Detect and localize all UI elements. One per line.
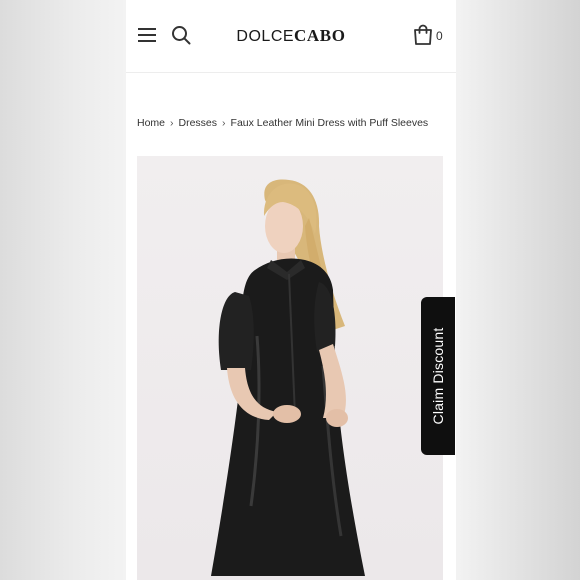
brand-logo[interactable]: DOLCECABO (126, 26, 456, 46)
mobile-page: DOLCECABO 0 Home › Dresses › Faux Leather Mi… (126, 0, 456, 580)
logo-light-text: DOLCE (236, 28, 295, 45)
model-photo (211, 179, 365, 576)
breadcrumb-current: Faux Leather Mini Dress with Puff Sleeve… (230, 117, 429, 129)
breadcrumb-dresses[interactable]: Dresses (179, 117, 218, 129)
background-right (454, 0, 580, 580)
background-left (0, 0, 126, 580)
claim-discount-tab[interactable]: Claim Discount (421, 297, 455, 455)
product-image[interactable] (137, 156, 443, 580)
cart-count: 0 (436, 29, 443, 43)
breadcrumb-separator: › (170, 117, 174, 129)
breadcrumb-home[interactable]: Home (137, 117, 165, 129)
logo-bold-text: CABO (294, 26, 346, 45)
cart-icon[interactable] (412, 24, 434, 46)
claim-discount-label: Claim Discount (430, 327, 446, 425)
breadcrumb: Home › Dresses › Faux Leather Mini Dress wit… (137, 117, 428, 129)
site-header: DOLCECABO 0 (126, 0, 456, 73)
breadcrumb-separator: › (222, 117, 226, 129)
